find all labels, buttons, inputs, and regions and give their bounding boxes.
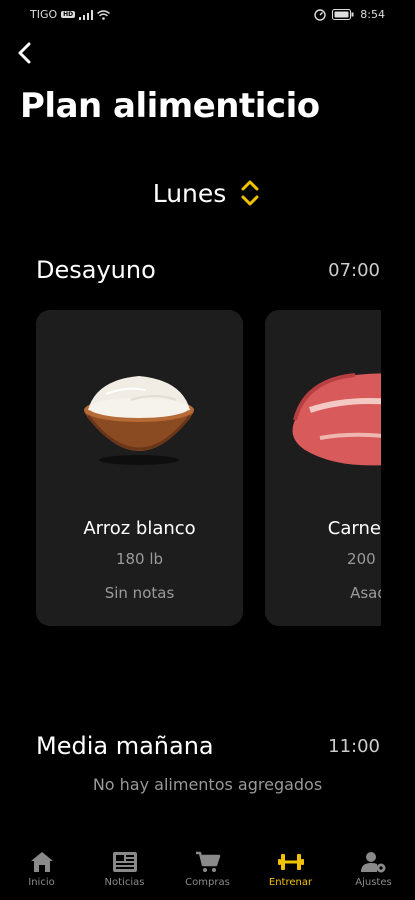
food-carousel[interactable]: Arroz blanco 180 lb Sin notas Carne de 2… [36, 310, 381, 626]
nav-label: Entrenar [268, 877, 313, 888]
nav-item-noticias[interactable]: Noticias [85, 850, 165, 888]
food-card[interactable]: Arroz blanco 180 lb Sin notas [36, 310, 243, 626]
cart-icon [195, 851, 220, 872]
meal-title: Desayuno [36, 256, 156, 284]
food-card[interactable]: Carne de 200 g Asad [265, 310, 381, 626]
day-label: Lunes [152, 178, 227, 208]
status-left: TIGO HD [30, 8, 111, 21]
chevron-up-down-icon [241, 180, 259, 206]
food-notes: Sin notas [104, 584, 175, 602]
raw-meat-image [292, 373, 381, 466]
rice-bowl-image [84, 376, 194, 465]
food-quantity: 200 g [347, 550, 381, 568]
food-notes: Asad [350, 584, 381, 602]
food-quantity: 180 lb [115, 550, 164, 568]
user-settings-icon [360, 852, 385, 873]
signal-icon [79, 9, 94, 20]
chevron-left-icon [18, 42, 31, 64]
day-selector[interactable]: Lunes [0, 176, 415, 210]
page-title: Plan alimenticio [20, 86, 320, 126]
wifi-icon [97, 9, 111, 20]
nav-label: Noticias [104, 877, 145, 888]
meal-time: 11:00 [328, 735, 380, 757]
battery-icon [332, 9, 354, 20]
clock: 8:54 [360, 8, 385, 21]
nav-item-entrenar[interactable]: Entrenar [251, 850, 331, 888]
meal-title: Media mañana [36, 732, 214, 760]
food-name: Arroz blanco [83, 518, 196, 539]
nav-item-ajustes[interactable]: Ajustes [334, 850, 414, 888]
back-button[interactable] [10, 36, 38, 70]
food-name: Carne de [327, 518, 381, 539]
status-right: 8:54 [314, 8, 385, 21]
nav-label: Ajustes [355, 877, 392, 888]
nav-label: Compras [185, 877, 230, 888]
empty-meal-message: No hay alimentos agregados [92, 775, 323, 794]
speedometer-icon [314, 8, 326, 21]
bottom-nav: Inicio Noticias Compras Entrenar Ajustes [0, 844, 415, 900]
meal-time: 07:00 [328, 259, 380, 281]
meal-header-media-manana: Media mañana 11:00 [36, 732, 380, 760]
meal-header-desayuno: Desayuno 07:00 [36, 256, 380, 284]
news-icon [112, 852, 137, 872]
carrier-label: TIGO [30, 8, 58, 21]
network-badge: HD [61, 11, 76, 18]
status-bar: TIGO HD 8:54 [0, 0, 415, 30]
nav-item-compras[interactable]: Compras [168, 850, 248, 888]
home-icon [30, 852, 53, 872]
nav-item-inicio[interactable]: Inicio [2, 850, 82, 888]
dumbbell-icon [277, 854, 304, 870]
nav-label: Inicio [28, 877, 55, 888]
